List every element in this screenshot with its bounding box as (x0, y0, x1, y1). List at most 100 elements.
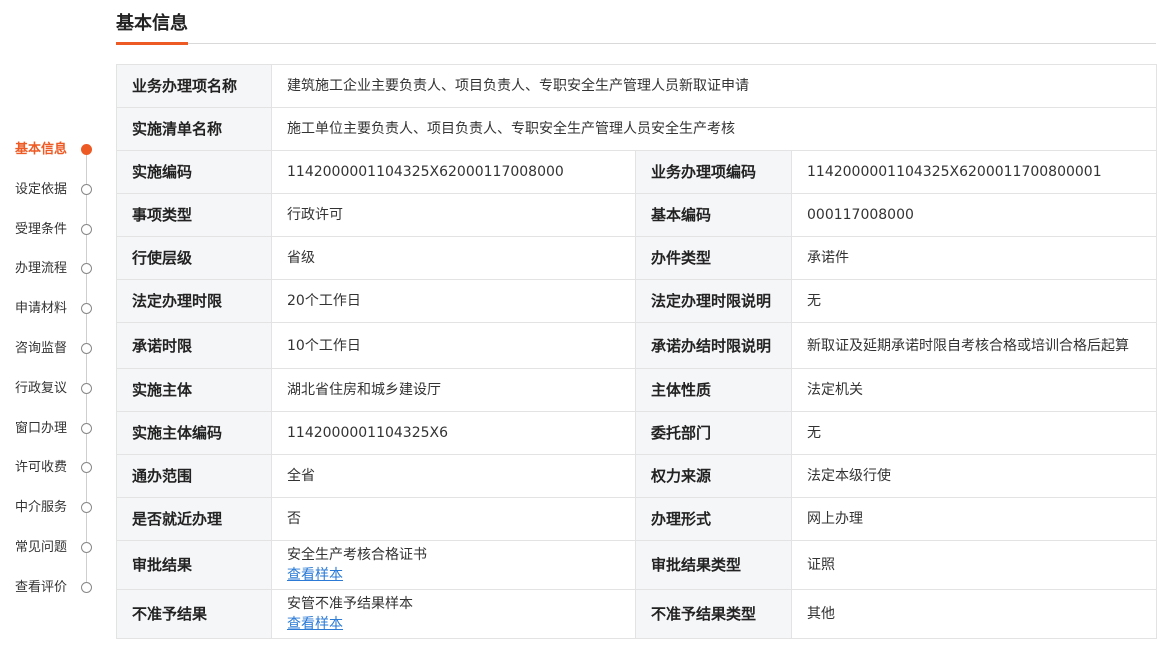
table-row: 承诺时限 10个工作日 承诺办结时限说明 新取证及延期承诺时限自考核合格或培训合格后起… (116, 322, 1158, 369)
row-label: 实施主体 (116, 368, 272, 412)
sidebar-item-label: 设定依据 (15, 181, 68, 197)
sidebar-item-label: 基本信息 (15, 142, 68, 157)
title-underline (116, 42, 188, 45)
sidebar-item-legal-basis[interactable]: 设定依据 (0, 180, 100, 200)
row-value: 10个工作日 (271, 322, 636, 369)
sidebar-item-acceptance-conditions[interactable]: 受理条件 (0, 220, 100, 240)
row-label: 事项类型 (116, 193, 272, 237)
circle-dot-icon (81, 462, 92, 474)
sidebar-item-license-fees[interactable]: 许可收费 (0, 458, 100, 478)
row-label: 办理形式 (635, 497, 792, 541)
row-label: 法定办理时限说明 (635, 279, 792, 323)
sidebar-item-view-ratings[interactable]: 查看评价 (0, 578, 100, 598)
circle-dot-icon (81, 502, 92, 514)
table-row: 实施主体编码 1142000001104325X6 委托部门无 (116, 411, 1158, 455)
row-value: 全省 (271, 454, 636, 498)
table-row: 实施编码 1142000001104325X62000117008000 业务办理项… (116, 150, 1158, 194)
row-value: 湖北省住房和城乡建设厅 (271, 368, 636, 412)
page-title: 基本信息 (116, 13, 188, 34)
row-label: 业务办理项编码 (635, 150, 792, 194)
section-header: 基本信息 (116, 0, 1156, 45)
row-label: 主体性质 (635, 368, 792, 412)
sidebar-item-label: 咨询监督 (15, 341, 68, 356)
table-row: 法定办理时限 20个工作日 法定办理时限说明无 (116, 279, 1158, 323)
sidebar-item-label: 办理流程 (15, 261, 68, 277)
row-label: 承诺时限 (116, 322, 272, 369)
row-value: 省级 (271, 236, 636, 280)
sidebar-item-admin-review[interactable]: 行政复议 (0, 379, 100, 399)
row-value: 1142000001104325X62000117008000 (271, 150, 636, 194)
row-label: 实施清单名称 (116, 107, 272, 151)
row-value: 证照 (790, 540, 1158, 590)
view-sample-link[interactable]: 查看样本 (287, 565, 620, 585)
row-label: 承诺办结时限说明 (635, 322, 792, 369)
table-row: 实施主体 湖北省住房和城乡建设厅 主体性质 法定机关 (116, 368, 1158, 412)
circle-dot-icon (81, 382, 92, 394)
sidebar-item-process[interactable]: 办理流程 (0, 259, 100, 279)
row-value: 000117008000 (790, 193, 1158, 237)
sidebar-item-label: 许可收费 (15, 460, 68, 476)
basic-info-table: 业务办理项名称 建筑施工企业主要负责人、项目负责人、专职安全生产管理人员新取证申… (116, 64, 1158, 639)
row-label: 实施主体编码 (116, 411, 272, 455)
row-label: 是否就近办理 (116, 497, 272, 541)
sidebar-item-window-service[interactable]: 窗口办理 (0, 419, 100, 439)
row-label: 不准予结果类型 (635, 589, 792, 639)
sidebar-item-label: 常见问题 (15, 540, 68, 555)
sidebar-item-materials[interactable]: 申请材料 (0, 299, 100, 319)
row-value: 施工单位主要负责人、项目负责人、专职安全生产管理人员安全生产考核 (270, 107, 1158, 151)
sidebar-item-label: 受理条件 (15, 221, 68, 237)
sidebar-item-basic-info[interactable]: 基本信息 (0, 140, 100, 160)
table-row: 通办范围 全省 权力来源 法定本级行使 (116, 454, 1158, 498)
row-value: 无 (790, 411, 1158, 455)
row-value: 法定机关 (790, 368, 1158, 412)
row-value: 承诺件 (790, 236, 1158, 280)
table-row: 审批结果 安全生产考核合格证书 查看样本 审批结果类型 证照 (116, 540, 1158, 590)
circle-dot-icon (81, 343, 92, 354)
circle-dot-icon (81, 542, 92, 553)
row-label: 委托部门 (635, 411, 792, 455)
table-row: 业务办理项名称 建筑施工企业主要负责人、项目负责人、专职安全生产管理人员新取证申… (116, 64, 1158, 108)
row-value: 1142000001104325X6 (271, 411, 636, 455)
row-value: 否 (271, 497, 636, 541)
row-label: 不准予结果 (116, 589, 272, 639)
view-sample-link[interactable]: 查看样本 (287, 614, 620, 634)
sidebar-item-label: 中介服务 (15, 500, 68, 516)
row-value: 安管不准予结果样本查看样本 (271, 589, 636, 639)
table-row: 事项类型 行政许可 基本编码 000117008000 (116, 193, 1158, 237)
sidebar-item-consult-supervise[interactable]: 咨询监督 (0, 339, 100, 359)
row-label: 审批结果 (116, 540, 272, 590)
circle-dot-icon (81, 223, 92, 235)
row-label: 办件类型 (635, 236, 792, 280)
sidebar-item-agency-service[interactable]: 中介服务 (0, 498, 100, 518)
sidebar-item-label: 申请材料 (15, 301, 68, 317)
circle-dot-icon (81, 183, 92, 195)
row-label: 基本编码 (635, 193, 792, 237)
row-label: 实施编码 (116, 150, 272, 194)
sidenav-track (86, 150, 87, 588)
row-label: 业务办理项名称 (116, 64, 272, 108)
active-dot-icon (81, 144, 92, 155)
row-label: 权力来源 (635, 454, 792, 498)
sidebar-item-label: 窗口办理 (15, 420, 68, 436)
row-label: 行使层级 (116, 236, 272, 280)
circle-dot-icon (81, 263, 92, 275)
row-label: 法定办理时限 (116, 279, 272, 323)
row-value: 1142000001104325X6200011700800001 (790, 150, 1158, 194)
table-row: 行使层级 省级 办件类型 承诺件 (116, 236, 1158, 280)
circle-dot-icon (81, 422, 92, 434)
table-row: 是否就近办理否办理形式 网上办理 (116, 497, 1158, 541)
row-value: 安全生产考核合格证书查看样本 (271, 540, 636, 590)
result-name: 安管不准予结果样本 (287, 596, 413, 612)
row-value: 法定本级行使 (790, 454, 1158, 498)
sidebar-item-faq[interactable]: 常见问题 (0, 538, 100, 558)
row-value: 网上办理 (790, 497, 1158, 541)
table-row: 实施清单名称 施工单位主要负责人、项目负责人、专职安全生产管理人员安全生产考核 (116, 107, 1158, 151)
row-label: 通办范围 (116, 454, 272, 498)
table-row: 不准予结果 安管不准予结果样本查看样本 不准予结果类型 其他 (116, 589, 1158, 639)
row-value: 建筑施工企业主要负责人、项目负责人、专职安全生产管理人员新取证申请 (270, 64, 1158, 108)
circle-dot-icon (81, 581, 92, 593)
row-value: 无 (790, 279, 1158, 323)
circle-dot-icon (81, 303, 92, 315)
row-value: 其他 (790, 589, 1158, 639)
result-name: 安全生产考核合格证书 (287, 547, 427, 563)
